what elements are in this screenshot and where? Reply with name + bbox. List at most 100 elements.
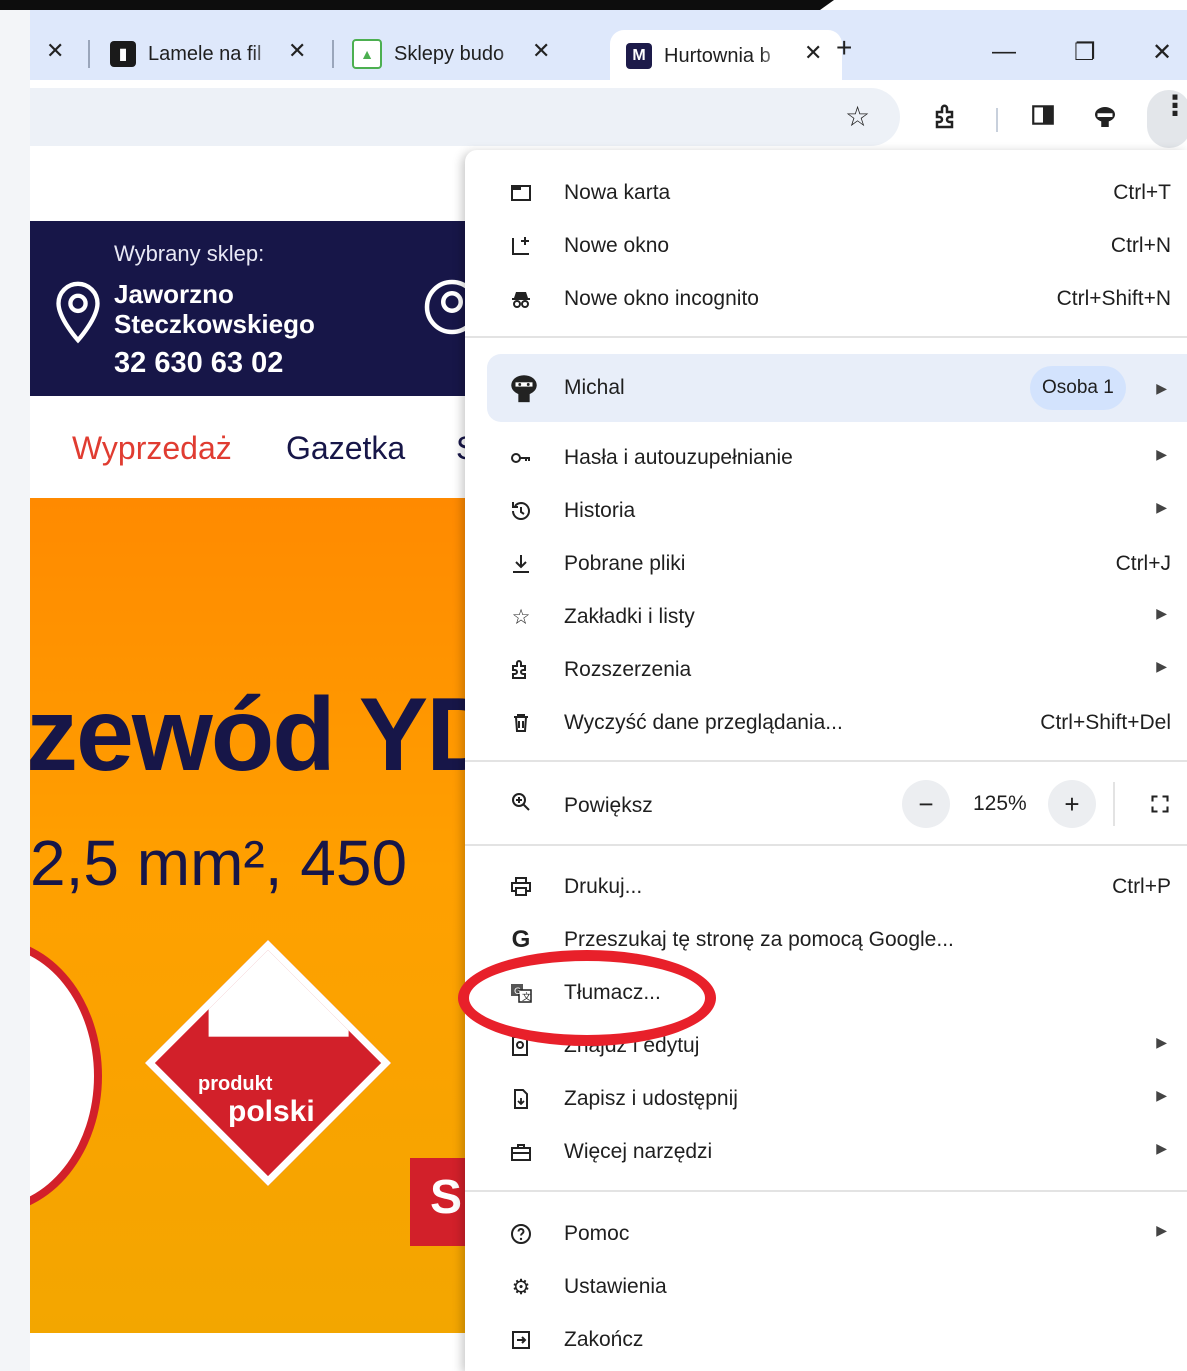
print-icon (507, 873, 535, 901)
exit-icon (507, 1326, 535, 1354)
menu-item-save-share[interactable]: Zapisz i udostępnij ▶ (465, 1073, 1187, 1125)
chevron-right-icon: ▶ (1156, 380, 1167, 396)
store-name-line1[interactable]: Jaworzno (114, 279, 234, 310)
chrome-menu-button[interactable]: ⋮ (1147, 90, 1187, 148)
side-panel-icon[interactable] (1030, 102, 1056, 135)
menu-item-print[interactable]: Drukuj... Ctrl+P (465, 861, 1187, 913)
product-circle-image (30, 938, 102, 1214)
menu-item-profile[interactable]: Michal Osoba 1 ▶ (487, 354, 1187, 422)
chevron-right-icon: ▶ (1156, 1140, 1167, 1156)
chevron-right-icon: ▶ (1156, 1034, 1167, 1050)
menu-separator (465, 336, 1187, 338)
tab-separator (88, 40, 90, 68)
sale-corner-box: S (410, 1158, 470, 1246)
kebab-menu-icon: ⋮ (1161, 90, 1187, 121)
menu-item-history[interactable]: Historia ▶ (465, 485, 1187, 537)
produkt-polski-badge (144, 939, 392, 1187)
menu-item-passwords[interactable]: Hasła i autouzupełnianie ▶ (465, 432, 1187, 484)
site-nav: Wyprzedaż Gazetka S (30, 420, 477, 480)
toolbar-separator (996, 108, 998, 132)
new-window-icon (507, 232, 535, 260)
profile-badge: Osoba 1 (1030, 366, 1126, 410)
screen-top-edge (0, 0, 834, 10)
star-icon: ☆ (511, 605, 531, 629)
settings-icon: ⚙ (511, 1275, 531, 1299)
book-icon: ▮ (110, 41, 136, 67)
menu-separator (465, 1190, 1187, 1192)
highlight-ellipse (458, 950, 716, 1046)
tab-close-icon[interactable]: ✕ (804, 40, 822, 66)
chevron-right-icon: ▶ (1156, 1087, 1167, 1103)
incognito-icon (507, 285, 535, 313)
google-icon: G (511, 926, 531, 953)
key-icon (507, 444, 535, 472)
history-icon (507, 497, 535, 525)
zoom-out-button[interactable]: − (902, 780, 950, 828)
menu-item-zoom: Powiększ − 125% + (465, 780, 1187, 828)
restore-button[interactable]: ❐ (1074, 38, 1096, 67)
menu-item-help[interactable]: Pomoc ▶ (465, 1208, 1187, 1260)
tab-strip: ✕ ▮ Lamele na fil ✕ ▲ Sklepy budo ✕ M Hu… (30, 10, 1187, 90)
badge-text-line1: produkt (198, 1073, 273, 1095)
extensions-icon[interactable] (932, 102, 962, 139)
profile-avatar-icon (507, 371, 541, 410)
address-bar[interactable]: ☆ (30, 88, 900, 146)
page-gutter (0, 0, 30, 1371)
location-pin-icon (52, 279, 104, 350)
trash-icon (507, 709, 535, 737)
menu-item-settings[interactable]: ⚙ Ustawienia (465, 1261, 1187, 1313)
hurtownia-logo-icon: M (626, 43, 652, 69)
menu-item-incognito[interactable]: Nowe okno incognito Ctrl+Shift+N (465, 273, 1187, 325)
menu-item-downloads[interactable]: Pobrane pliki Ctrl+J (465, 538, 1187, 590)
menu-item-extensions[interactable]: Rozszerzenia ▶ (465, 644, 1187, 696)
download-icon (507, 550, 535, 578)
browser-toolbar: ☆ (30, 80, 1187, 158)
store-phone[interactable]: 32 630 63 02 (114, 347, 283, 380)
menu-item-new-window[interactable]: Nowe okno Ctrl+N (465, 220, 1187, 272)
tab-sklepy[interactable]: ▲ Sklepy budo ✕ (352, 28, 552, 80)
menu-separator (465, 760, 1187, 762)
menu-item-more-tools[interactable]: Więcej narzędzi ▶ (465, 1126, 1187, 1178)
help-icon (507, 1220, 535, 1248)
menu-item-bookmarks[interactable]: ☆ Zakładki i listy ▶ (465, 591, 1187, 643)
zoom-icon (507, 788, 535, 816)
zoom-in-button[interactable]: + (1048, 780, 1096, 828)
new-tab-button[interactable]: + (836, 32, 852, 64)
badge-text-line2: polski (228, 1095, 315, 1128)
toolbox-icon (507, 1138, 535, 1166)
sklepy-icon: ▲ (352, 39, 382, 69)
bookmark-star-icon[interactable]: ☆ (845, 100, 870, 133)
close-window-button[interactable]: ✕ (1152, 38, 1172, 67)
chevron-right-icon: ▶ (1156, 446, 1167, 462)
menu-item-exit[interactable]: Zakończ (465, 1314, 1187, 1366)
chevron-right-icon: ▶ (1156, 1222, 1167, 1238)
nav-link-gazetka[interactable]: Gazetka (286, 430, 405, 467)
promo-subtitle: 2,5 mm², 450 (30, 827, 408, 899)
menu-separator (465, 844, 1187, 846)
nav-link-wyprzedaz[interactable]: Wyprzedaż (72, 430, 232, 467)
zoom-level: 125% (973, 792, 1027, 815)
store-bar: Wybrany sklep: Jaworzno Steczkowskiego 3… (30, 221, 480, 396)
tab-lamele[interactable]: ▮ Lamele na fil ✕ (110, 28, 310, 80)
chevron-right-icon: ▶ (1156, 605, 1167, 621)
extension-icon (507, 656, 535, 684)
tab-close-icon[interactable]: ✕ (288, 38, 306, 64)
profile-name: Michal (564, 376, 625, 399)
chevron-right-icon: ▶ (1156, 658, 1167, 674)
menu-item-new-tab[interactable]: Nowa karta Ctrl+T (465, 167, 1187, 219)
chevron-right-icon: ▶ (1156, 499, 1167, 515)
tab-close-icon[interactable]: ✕ (532, 38, 550, 64)
minimize-button[interactable]: — (992, 38, 1016, 66)
promo-title: zewód YD (30, 677, 470, 793)
new-tab-icon (507, 179, 535, 207)
fullscreen-icon[interactable] (1136, 780, 1184, 828)
tab-separator (332, 40, 334, 68)
zoom-separator (1113, 782, 1115, 826)
promo-banner[interactable]: zewód YD 2,5 mm², 450 produkt polski S (30, 498, 470, 1333)
menu-item-clear-data[interactable]: Wyczyść dane przeglądania... Ctrl+Shift+… (465, 697, 1187, 749)
profile-avatar-icon[interactable] (1090, 102, 1120, 139)
save-share-icon (507, 1085, 535, 1113)
store-name-line2[interactable]: Steczkowskiego (114, 309, 315, 340)
store-label: Wybrany sklep: (114, 241, 265, 266)
chrome-main-menu: Nowa karta Ctrl+T Nowe okno Ctrl+N Nowe … (465, 150, 1187, 1371)
